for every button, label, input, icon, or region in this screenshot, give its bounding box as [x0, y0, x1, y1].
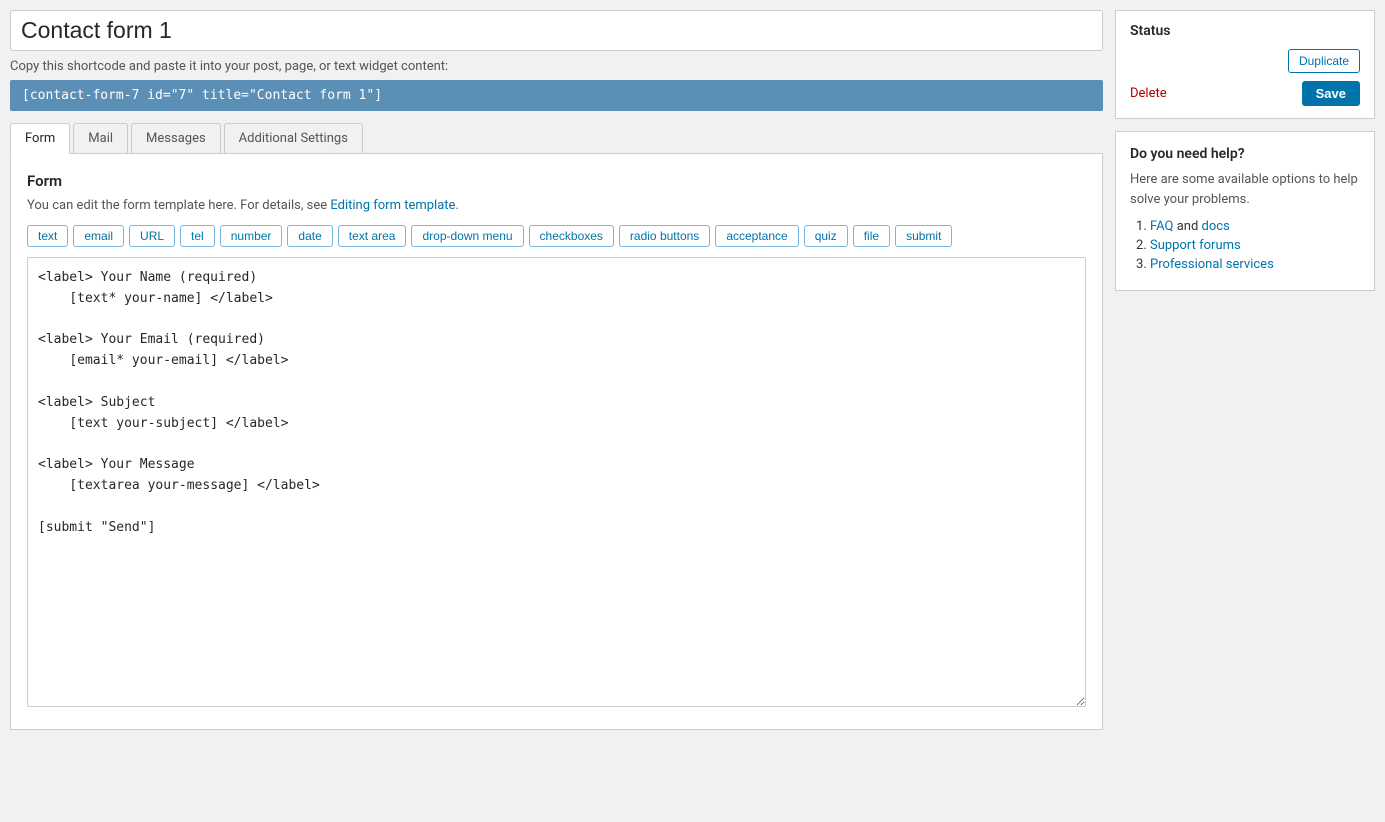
- form-desc-text: You can edit the form template here. For…: [27, 198, 330, 213]
- support-forums-link[interactable]: Support forums: [1150, 238, 1241, 253]
- sidebar: Status Duplicate Delete Save Do you need…: [1115, 10, 1375, 291]
- tag-buttons-container: textemailURLtelnumberdate text areadrop-d…: [27, 225, 1086, 247]
- form-tabs: Form Mail Messages Additional Settings: [10, 123, 1103, 154]
- tag-btn-quiz[interactable]: quiz: [804, 225, 848, 247]
- tag-btn-text-area[interactable]: text area: [338, 225, 407, 247]
- tag-btn-tel[interactable]: tel: [180, 225, 215, 247]
- tag-btn-radio-buttons[interactable]: radio buttons: [619, 225, 710, 247]
- form-section-title: Form: [27, 172, 1086, 190]
- tag-btn-acceptance[interactable]: acceptance: [715, 225, 798, 247]
- help-title: Do you need help?: [1130, 146, 1360, 162]
- tag-btn-text[interactable]: text: [27, 225, 68, 247]
- duplicate-button[interactable]: Duplicate: [1288, 49, 1360, 73]
- tab-form[interactable]: Form: [10, 123, 70, 154]
- professional-services-link[interactable]: Professional services: [1150, 257, 1274, 272]
- status-actions: Delete Save: [1130, 81, 1360, 106]
- docs-link[interactable]: docs: [1202, 219, 1230, 234]
- tag-btn-file[interactable]: file: [853, 225, 890, 247]
- tag-btn-number[interactable]: number: [220, 225, 283, 247]
- shortcode-bar[interactable]: [contact-form-7 id="7" title="Contact fo…: [10, 80, 1103, 111]
- tag-btn-url[interactable]: URL: [129, 225, 175, 247]
- help-item-3: Professional services: [1150, 257, 1360, 272]
- delete-button[interactable]: Delete: [1130, 86, 1167, 101]
- tag-btn-submit[interactable]: submit: [895, 225, 952, 247]
- tag-btn-drop-down-menu[interactable]: drop-down menu: [411, 225, 523, 247]
- status-box-title: Status: [1130, 23, 1360, 39]
- main-panel: Copy this shortcode and paste it into yo…: [10, 10, 1103, 730]
- help-item-2: Support forums: [1150, 238, 1360, 253]
- shortcode-hint: Copy this shortcode and paste it into yo…: [10, 59, 1103, 74]
- help-list: FAQ and docs Support forums Professional…: [1130, 219, 1360, 272]
- tab-content-form: Form You can edit the form template here…: [10, 154, 1103, 730]
- help-item-1: FAQ and docs: [1150, 219, 1360, 234]
- save-button[interactable]: Save: [1302, 81, 1360, 106]
- form-code-textarea[interactable]: [27, 257, 1086, 707]
- tab-messages[interactable]: Messages: [131, 123, 221, 153]
- tag-btn-email[interactable]: email: [73, 225, 124, 247]
- status-row: Duplicate: [1130, 49, 1360, 73]
- help-connector: and: [1177, 219, 1202, 234]
- tag-btn-date[interactable]: date: [287, 225, 332, 247]
- status-box: Status Duplicate Delete Save: [1115, 10, 1375, 119]
- form-title-input[interactable]: [10, 10, 1103, 51]
- form-section-description: You can edit the form template here. For…: [27, 198, 1086, 213]
- faq-link[interactable]: FAQ: [1150, 219, 1173, 234]
- help-box: Do you need help? Here are some availabl…: [1115, 131, 1375, 291]
- editing-form-template-link[interactable]: Editing form template: [330, 198, 455, 213]
- tab-additional-settings[interactable]: Additional Settings: [224, 123, 363, 153]
- tab-mail[interactable]: Mail: [73, 123, 128, 153]
- tag-btn-checkboxes[interactable]: checkboxes: [529, 225, 614, 247]
- form-desc-suffix: .: [455, 198, 458, 213]
- help-description: Here are some available options to help …: [1130, 170, 1360, 209]
